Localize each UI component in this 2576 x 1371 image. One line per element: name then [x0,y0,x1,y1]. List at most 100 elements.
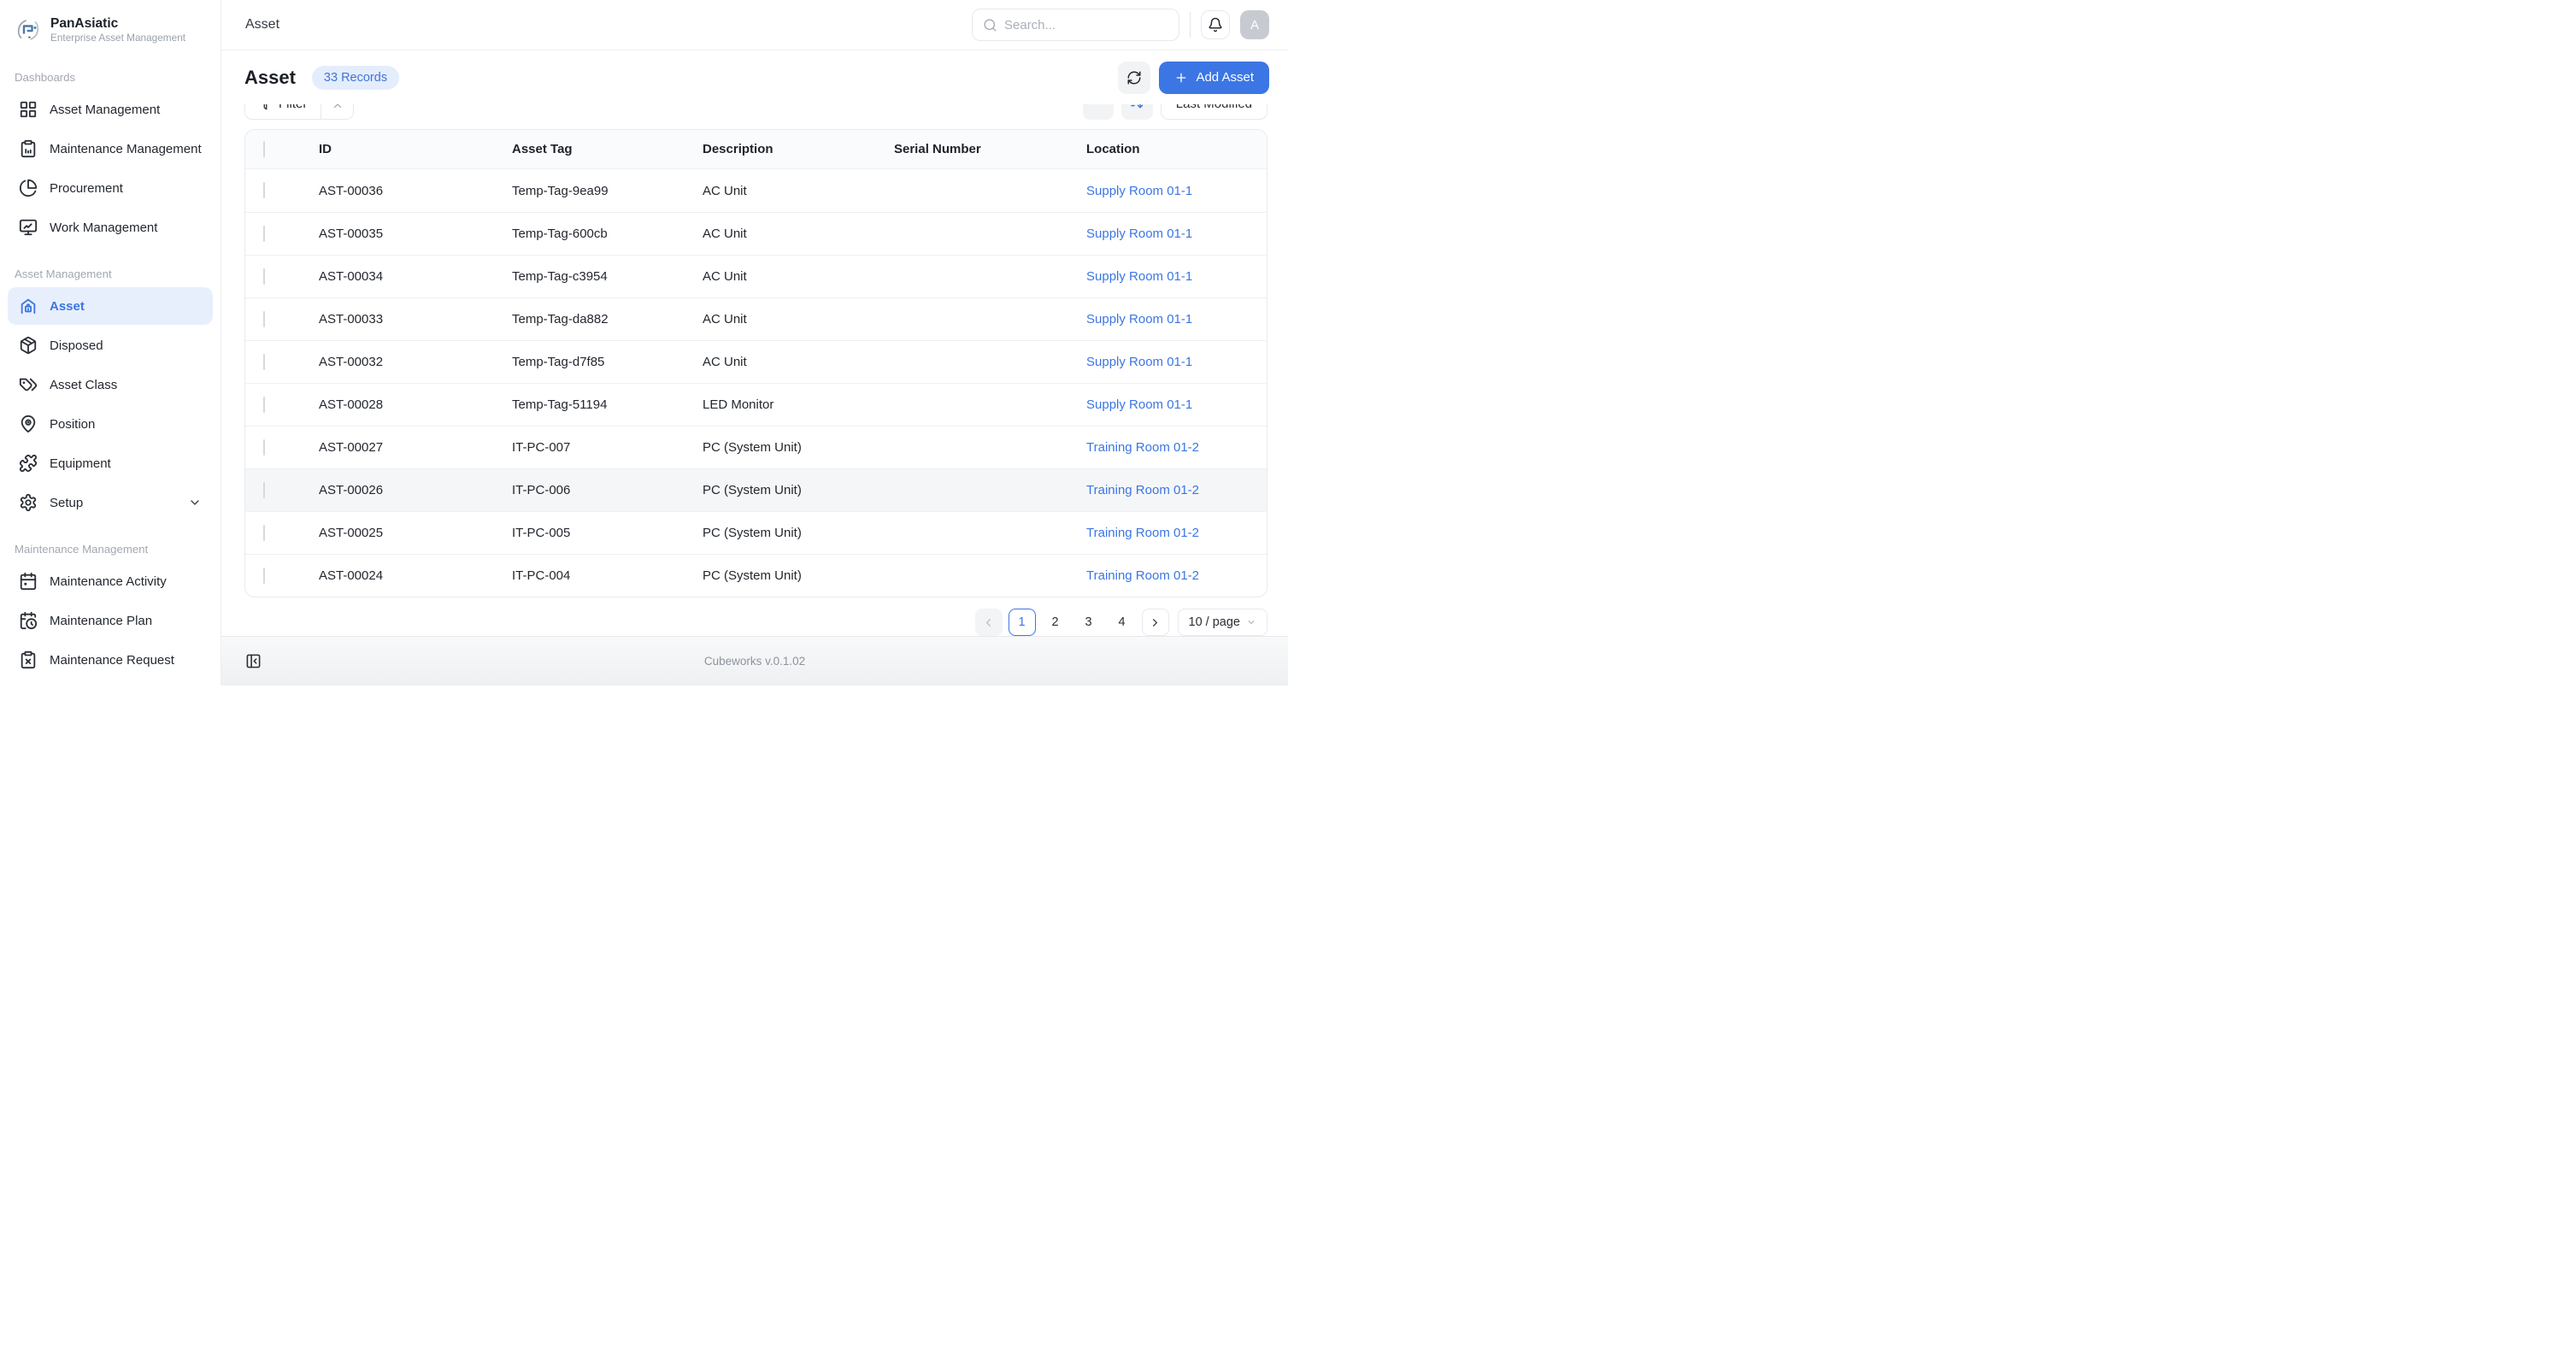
chevron-right-icon [1149,616,1162,629]
location-link[interactable]: Supply Room 01-1 [1086,397,1192,412]
sort-by-button[interactable]: Last Modified [1161,104,1267,120]
sidebar-item-work-management[interactable]: Work Management [8,209,213,246]
sidebar-item-label: Equipment [50,456,111,471]
row-checkbox-cell [245,483,298,498]
sidebar-item-procurement[interactable]: Procurement [8,169,213,207]
collapse-sidebar-button[interactable] [245,652,264,671]
row-checkbox-cell [245,568,298,584]
cell-description: PC (System Unit) [682,568,873,583]
row-checkbox[interactable] [263,311,265,327]
table-row[interactable]: AST-00036 Temp-Tag-9ea99 AC Unit Supply … [245,169,1267,212]
cell-description: LED Monitor [682,397,873,412]
column-header-id: ID [298,142,491,156]
location-link[interactable]: Training Room 01-2 [1086,526,1199,540]
sidebar-item-label: Work Management [50,221,157,235]
cell-description: AC Unit [682,355,873,369]
location-link[interactable]: Training Room 01-2 [1086,483,1199,497]
cell-location: Training Room 01-2 [1066,483,1267,497]
row-checkbox[interactable] [263,182,265,198]
location-link[interactable]: Supply Room 01-1 [1086,227,1192,241]
notifications-button[interactable] [1201,10,1230,39]
sidebar-item-asset[interactable]: Asset [8,287,213,325]
search-box[interactable] [972,9,1179,41]
refresh-button[interactable] [1118,62,1150,94]
table-row[interactable]: AST-00034 Temp-Tag-c3954 AC Unit Supply … [245,255,1267,297]
sidebar-item-asset-management[interactable]: Asset Management [8,91,213,128]
filter-split-button: Filter [244,104,354,120]
select-all-checkbox[interactable] [263,141,265,157]
sidebar-item-position[interactable]: Position [8,405,213,443]
cell-id: AST-00032 [298,355,491,369]
grid-icon [19,100,38,119]
row-checkbox-cell [245,355,298,370]
location-link[interactable]: Training Room 01-2 [1086,568,1199,583]
table-row[interactable]: AST-00027 IT-PC-007 PC (System Unit) Tra… [245,426,1267,468]
cell-location: Supply Room 01-1 [1066,397,1267,412]
cell-id: AST-00027 [298,440,491,455]
more-options-button[interactable]: ⋯ [1083,104,1114,120]
table-row[interactable]: AST-00028 Temp-Tag-51194 LED Monitor Sup… [245,383,1267,426]
sidebar-item-maintenance-plan[interactable]: Maintenance Plan [8,602,213,639]
location-link[interactable]: Training Room 01-2 [1086,440,1199,455]
row-checkbox[interactable] [263,482,265,498]
page-button-3[interactable]: 3 [1075,609,1103,636]
table-header-row: ID Asset Tag Description Serial Number L… [245,130,1267,169]
page-buttons: 1 2 3 4 [1009,609,1136,636]
sidebar-item-maintenance-request[interactable]: Maintenance Request [8,641,213,679]
table-row[interactable]: AST-00033 Temp-Tag-da882 AC Unit Supply … [245,297,1267,340]
row-checkbox-cell [245,440,298,456]
table-row[interactable]: AST-00035 Temp-Tag-600cb AC Unit Supply … [245,212,1267,255]
table-row[interactable]: AST-00024 IT-PC-004 PC (System Unit) Tra… [245,554,1267,597]
add-asset-button[interactable]: Add Asset [1159,62,1269,94]
pagination: 1 2 3 4 10 / page [244,609,1267,636]
cell-asset-tag: Temp-Tag-9ea99 [491,184,682,198]
asset-table: ID Asset Tag Description Serial Number L… [244,129,1267,597]
column-header-asset-tag: Asset Tag [491,142,682,156]
clear-filter-button[interactable] [321,104,354,120]
sidebar-item-maintenance-management[interactable]: Maintenance Management [8,130,213,168]
row-checkbox[interactable] [263,268,265,285]
page-button-4[interactable]: 4 [1109,609,1136,636]
row-checkbox[interactable] [263,397,265,413]
page-size-select[interactable]: 10 / page [1178,609,1267,636]
location-link[interactable]: Supply Room 01-1 [1086,355,1192,369]
warehouse-icon [19,297,38,315]
close-icon [332,104,344,110]
sidebar-nav: Dashboards Asset Management Maintenance … [0,68,221,686]
sidebar-item-equipment[interactable]: Equipment [8,444,213,482]
page-button-2[interactable]: 2 [1042,609,1069,636]
package-icon [19,336,38,355]
search-input[interactable] [1004,18,1168,32]
row-checkbox[interactable] [263,439,265,456]
monitor-chart-icon [19,218,38,237]
cell-description: AC Unit [682,312,873,327]
calendar-icon [19,572,38,591]
table-row[interactable]: AST-00026 IT-PC-006 PC (System Unit) Tra… [245,468,1267,511]
page-button-1[interactable]: 1 [1009,609,1036,636]
sort-direction-button[interactable] [1121,104,1153,120]
cell-id: AST-00033 [298,312,491,327]
row-checkbox[interactable] [263,226,265,242]
sidebar-item-setup[interactable]: Setup [8,484,213,521]
table-row[interactable]: AST-00032 Temp-Tag-d7f85 AC Unit Supply … [245,340,1267,383]
location-link[interactable]: Supply Room 01-1 [1086,269,1192,284]
filter-button[interactable]: Filter [244,104,321,120]
location-link[interactable]: Supply Room 01-1 [1086,184,1192,198]
next-page-button[interactable] [1142,609,1169,636]
row-checkbox[interactable] [263,525,265,541]
location-link[interactable]: Supply Room 01-1 [1086,312,1192,327]
row-checkbox[interactable] [263,354,265,370]
previous-page-button[interactable] [975,609,1003,636]
sidebar-item-asset-class[interactable]: Asset Class [8,366,213,403]
cell-location: Supply Room 01-1 [1066,312,1267,327]
cell-asset-tag: IT-PC-004 [491,568,682,583]
row-checkbox[interactable] [263,568,265,584]
sidebar-section-items: Maintenance Activity Maintenance Plan Ma… [0,562,221,679]
cell-location: Training Room 01-2 [1066,568,1267,583]
avatar[interactable]: A [1240,10,1269,39]
sidebar-item-maintenance-activity[interactable]: Maintenance Activity [8,562,213,600]
column-header-description: Description [682,142,873,156]
sidebar-item-disposed[interactable]: Disposed [8,327,213,364]
table-row[interactable]: AST-00025 IT-PC-005 PC (System Unit) Tra… [245,511,1267,554]
topbar-divider [1190,12,1191,38]
